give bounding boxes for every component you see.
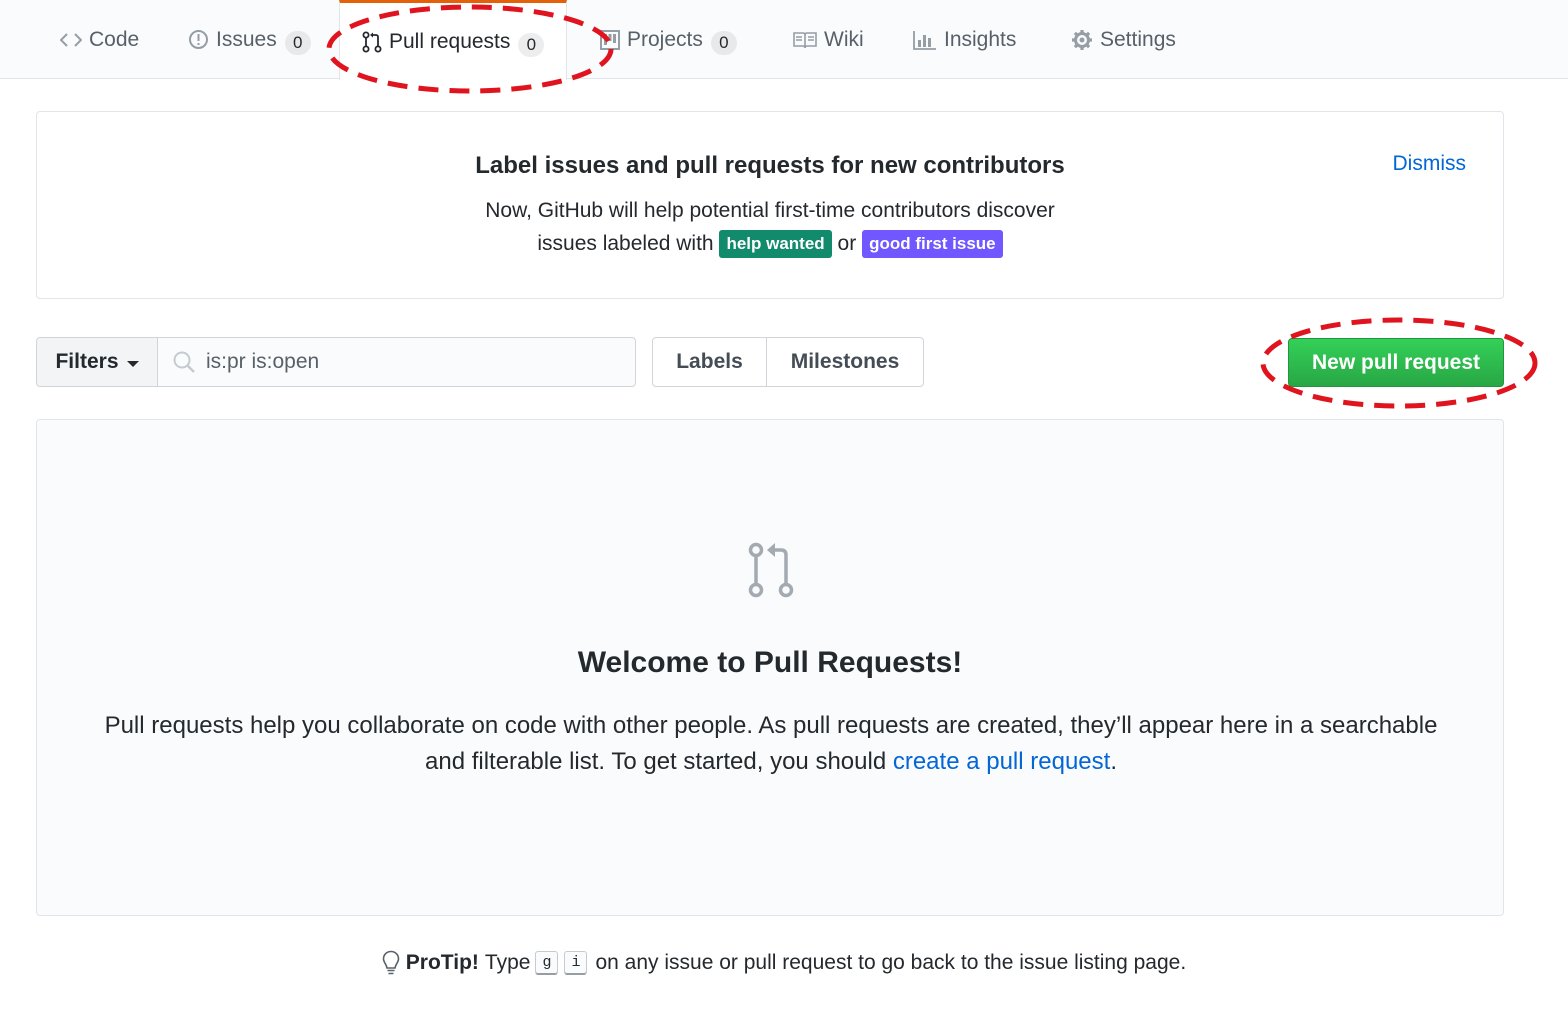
milestones-button[interactable]: Milestones [767,337,924,387]
git-pull-request-icon [362,31,382,53]
banner-line-1: Now, GitHub will help potential first-ti… [485,199,1055,222]
new-contributors-banner: Label issues and pull requests for new c… [36,111,1504,299]
protip-rest: on any issue or pull request to go back … [595,951,1187,974]
gear-icon [1071,29,1093,51]
dismiss-link[interactable]: Dismiss [1393,152,1467,176]
search-icon [172,350,196,379]
tab-code[interactable]: Code [60,0,139,79]
protip-strong: ProTip! [405,951,479,974]
banner-connector: or [837,232,857,255]
kbd-i: i [564,951,588,975]
banner-line-2: issues labeled with help wanted or good … [37,227,1503,260]
tab-code-label: Code [89,27,140,51]
tab-insights-label: Insights [944,27,1017,51]
tab-projects-label: Projects [627,27,703,51]
labels-milestones-group: Labels Milestones [652,337,924,387]
git-pull-request-icon [747,541,795,604]
tab-insights[interactable]: Insights [913,0,1016,79]
banner-text: Now, GitHub will help potential first-ti… [37,194,1503,260]
filters-button[interactable]: Filters [36,337,158,387]
create-pull-request-link[interactable]: create a pull request [893,748,1110,775]
issues-counter: 0 [284,30,311,55]
projects-counter: 0 [710,30,737,55]
label-good-first-issue[interactable]: good first issue [862,230,1003,258]
search-field[interactable] [157,337,636,387]
blankslate: Welcome to Pull Requests! Pull requests … [36,419,1504,916]
banner-line-2-prefix: issues labeled with [537,232,714,255]
tab-issues-label: Issues [216,27,277,51]
tab-wiki-label: Wiki [824,27,864,51]
blankslate-text-main: Pull requests help you collaborate on co… [104,712,1438,775]
labels-button[interactable]: Labels [652,337,767,387]
issue-opened-icon [188,29,209,50]
graph-icon [913,30,937,50]
pull-requests-counter: 0 [518,32,545,57]
tab-issues[interactable]: Issues 0 [188,0,311,79]
protip: ProTip! Type g i on any issue or pull re… [0,950,1568,976]
tab-settings[interactable]: Settings [1071,0,1176,79]
blankslate-text: Pull requests help you collaborate on co… [97,708,1445,780]
project-icon [600,29,620,50]
kbd-g: g [535,951,559,975]
filters-label: Filters [55,350,119,373]
tab-pull-requests-label: Pull requests [389,29,511,53]
caret-down-icon [126,360,139,367]
book-icon [793,31,817,49]
tab-settings-label: Settings [1100,27,1176,51]
banner-title: Label issues and pull requests for new c… [475,152,1065,179]
protip-type: Type [484,951,531,974]
tab-pull-requests[interactable]: Pull requests 0 [339,0,568,80]
search-input[interactable] [204,349,628,375]
repo-nav: Code Issues 0 Pull requests 0 Projects 0… [0,0,1568,80]
tab-wiki[interactable]: Wiki [793,0,864,79]
light-bulb-icon [382,950,400,976]
code-icon [60,31,82,49]
blankslate-text-end: . [1110,748,1117,775]
tab-projects[interactable]: Projects 0 [600,0,737,79]
blankslate-title: Welcome to Pull Requests! [577,646,963,679]
label-help-wanted[interactable]: help wanted [719,230,832,258]
new-pull-request-button[interactable]: New pull request [1288,338,1504,387]
